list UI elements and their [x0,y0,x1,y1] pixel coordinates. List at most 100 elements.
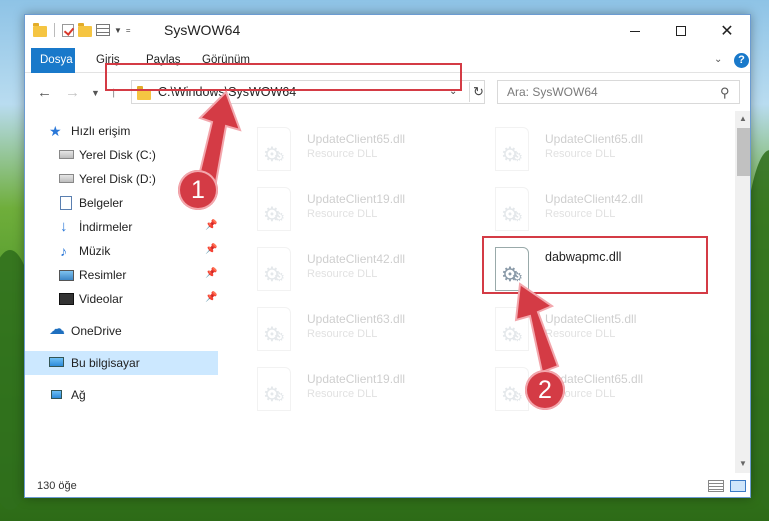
file-item[interactable]: ⚙ ⚙ UpdateClient19.dll Resource DLL [247,185,467,237]
scroll-up-icon[interactable]: ▲ [739,114,747,123]
file-item[interactable]: ⚙ ⚙ UpdateClient5.dll Resource DLL [485,305,705,357]
properties-check-icon[interactable] [62,23,74,37]
help-icon[interactable]: ? [734,53,749,68]
gear-icon: ⚙ [274,390,285,404]
sidebar-item-label: Müzik [79,244,111,258]
details-view-icon[interactable] [708,480,724,492]
expand-ribbon-icon[interactable]: ⌄ [714,54,722,65]
search-icon[interactable]: ⚲ [720,85,730,101]
computer-icon [49,357,64,367]
file-item[interactable]: ⚙ ⚙ UpdateClient42.dll Resource DLL [247,245,467,297]
sidebar-item-onedrive[interactable]: ☁ OneDrive [25,319,218,343]
pin-icon[interactable]: 📌 [205,220,217,231]
file-type: Resource DLL [545,328,616,340]
file-item[interactable]: ⚙ ⚙ UpdateClient42.dll Resource DLL [485,185,705,237]
tab-file[interactable]: Dosya [31,48,75,73]
maximize-icon [676,26,686,36]
minimize-icon [630,30,640,32]
sidebar-item-label: Belgeler [79,196,124,210]
sidebar-item-label: OneDrive [71,324,122,338]
sidebar-item-pictures[interactable]: Resimler 📌 [25,263,218,287]
refresh-icon[interactable]: ↻ [469,82,487,102]
pin-icon[interactable]: 📌 [205,244,217,255]
dll-file-icon: ⚙ ⚙ [257,127,291,171]
dll-file-icon: ⚙ ⚙ [257,187,291,231]
dll-file-icon: ⚙ ⚙ [495,187,529,231]
sidebar-item-label: Yerel Disk (D:) [79,172,156,186]
gear-icon: ⚙ [274,270,285,284]
file-item[interactable]: ⚙ ⚙ UpdateClient63.dll Resource DLL [247,305,467,357]
forward-arrow-icon[interactable]: → [65,84,80,101]
file-type: Resource DLL [307,388,378,400]
file-name: UpdateClient63.dll [307,312,406,326]
music-icon: ♪ [60,243,67,259]
sidebar-item-videos[interactable]: Videolar 📌 [25,287,218,311]
file-item[interactable]: ⚙ ⚙ UpdateClient19.dll Resource DLL [247,365,467,417]
sidebar-item-label: Hızlı erişim [71,124,131,138]
maximize-button[interactable] [658,15,704,47]
step-badge-1: 1 [178,170,218,210]
sidebar-item-downloads[interactable]: ↓ İndirmeler 📌 [25,215,218,239]
onedrive-icon: ☁ [49,321,65,338]
file-type: Resource DLL [307,328,378,340]
vertical-scrollbar[interactable]: ▲ ▼ [735,111,750,473]
dll-file-icon: ⚙ ⚙ [495,367,529,411]
file-type: Resource DLL [545,148,616,160]
file-type: Resource DLL [545,208,616,220]
quick-access-toolbar: ▼ = [33,22,131,37]
dll-file-icon: ⚙ ⚙ [257,367,291,411]
highlight-selected-file [482,236,708,294]
search-placeholder: Ara: SysWOW64 [507,85,598,99]
scrollbar-thumb[interactable] [737,128,750,176]
file-name: UpdateClient19.dll [307,372,406,386]
status-bar: 130 öğe [25,473,750,497]
customize-toolbar-icon[interactable] [96,24,110,36]
minimize-button[interactable] [612,15,658,47]
sidebar-item-quick-access[interactable]: ★ Hızlı erişim [25,119,218,143]
pin-icon[interactable]: 📌 [205,292,217,303]
sidebar-item-label: Bu bilgisayar [71,356,140,370]
close-icon: ✕ [720,23,734,40]
videos-icon [59,293,74,305]
dll-file-icon: ⚙ ⚙ [495,127,529,171]
sidebar-item-network[interactable]: Ağ [25,383,218,407]
download-icon: ↓ [60,218,68,235]
file-name: UpdateClient19.dll [307,192,406,206]
new-folder-icon[interactable] [78,22,92,37]
folder-icon[interactable] [33,22,47,37]
file-name: UpdateClient42.dll [307,252,406,266]
gear-icon: ⚙ [274,150,285,164]
highlight-address-bar [105,63,462,91]
file-name: UpdateClient5.dll [545,312,637,326]
divider [54,23,55,37]
file-item[interactable]: ⚙ ⚙ UpdateClient65.dll Resource DLL [485,125,705,177]
search-input[interactable]: Ara: SysWOW64 ⚲ [497,80,740,104]
documents-icon [60,196,72,210]
gear-icon: ⚙ [512,150,523,164]
dll-file-icon: ⚙ ⚙ [257,307,291,351]
sidebar-item-label: İndirmeler [79,220,133,234]
sidebar-item-label: Yerel Disk (C:) [79,148,156,162]
chevron-down-icon[interactable]: ▼ [114,26,122,35]
gear-icon: ⚙ [512,390,523,404]
toolbar-dropdown-icon[interactable]: = [126,26,131,35]
sidebar-item-label: Ağ [71,388,86,402]
sidebar-item-music[interactable]: ♪ Müzik 📌 [25,239,218,263]
title-bar: ▼ = SysWOW64 ✕ [25,15,750,47]
sidebar-item-label: Videolar [79,292,123,306]
sidebar-item-local-disk-c[interactable]: Yerel Disk (C:) [25,143,218,167]
file-type: Resource DLL [307,208,378,220]
pin-icon[interactable]: 📌 [205,268,217,279]
back-arrow-icon[interactable]: ← [37,84,52,101]
scroll-down-icon[interactable]: ▼ [739,459,747,468]
network-icon [51,390,62,399]
close-button[interactable]: ✕ [704,15,750,47]
gear-icon: ⚙ [512,210,523,224]
file-item[interactable]: ⚙ ⚙ UpdateClient65.dll Resource DLL [485,365,705,417]
file-name: UpdateClient42.dll [545,192,644,206]
recent-locations-icon[interactable]: ▼ [91,88,100,98]
file-item[interactable]: ⚙ ⚙ UpdateClient65.dll Resource DLL [247,125,467,177]
sidebar-item-this-pc[interactable]: Bu bilgisayar [25,351,218,375]
dll-file-icon: ⚙ ⚙ [495,307,529,351]
large-icons-view-icon[interactable] [730,480,746,492]
